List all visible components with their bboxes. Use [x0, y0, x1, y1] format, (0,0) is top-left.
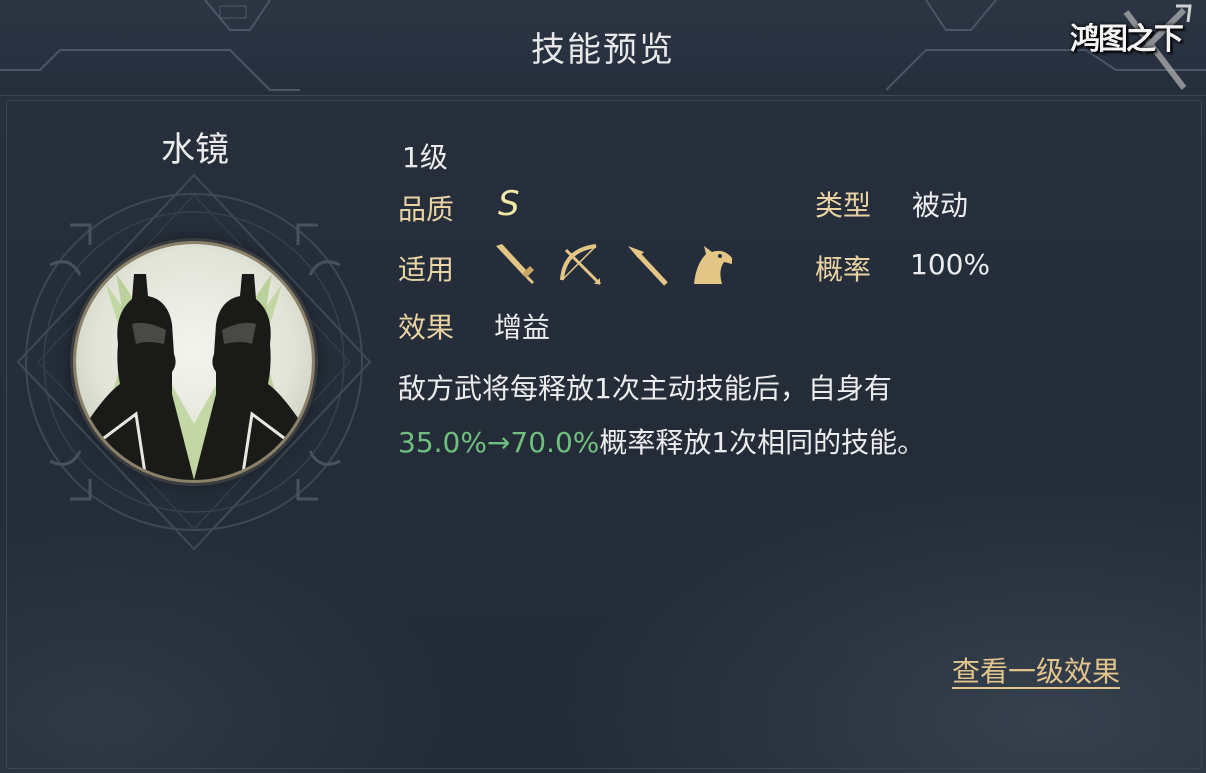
- game-logo: 鸿图之下: [1070, 22, 1184, 57]
- description-line-1: 敌方武将每释放1次主动技能后，自身有: [398, 372, 892, 405]
- skill-name: 水镜: [161, 130, 229, 170]
- bow-icon: [560, 244, 602, 286]
- twin-generals-icon: [76, 244, 312, 480]
- type-label: 类型: [815, 189, 872, 222]
- header-bar: 技能预览: [0, 0, 1206, 96]
- skill-description: 敌方武将每释放1次主动技能后，自身有 35.0%→70.0%概率释放1次相同的技…: [398, 362, 1098, 470]
- description-line-2-text: 概率释放1次相同的技能。: [599, 426, 926, 459]
- horse-icon: [694, 246, 732, 284]
- spear-icon: [628, 246, 668, 286]
- skill-level: 1级: [402, 141, 448, 174]
- effect-value: 增益: [494, 311, 551, 344]
- quality-label: 品质: [398, 193, 455, 226]
- type-value: 被动: [912, 189, 969, 222]
- rate-value: 100%: [910, 248, 991, 281]
- panel-title: 技能预览: [531, 30, 675, 70]
- description-highlight: 35.0%→70.0%: [398, 426, 600, 459]
- description-line-2: 35.0%→70.0%概率释放1次相同的技能。: [398, 416, 1098, 470]
- apply-label: 适用: [398, 253, 455, 286]
- rate-label: 概率: [815, 253, 872, 286]
- sword-icon: [496, 244, 534, 284]
- quality-value: S: [498, 184, 520, 224]
- effect-label: 效果: [398, 311, 455, 344]
- view-level1-effect-link[interactable]: 查看一级效果: [952, 650, 1120, 690]
- skill-icon: [76, 244, 312, 480]
